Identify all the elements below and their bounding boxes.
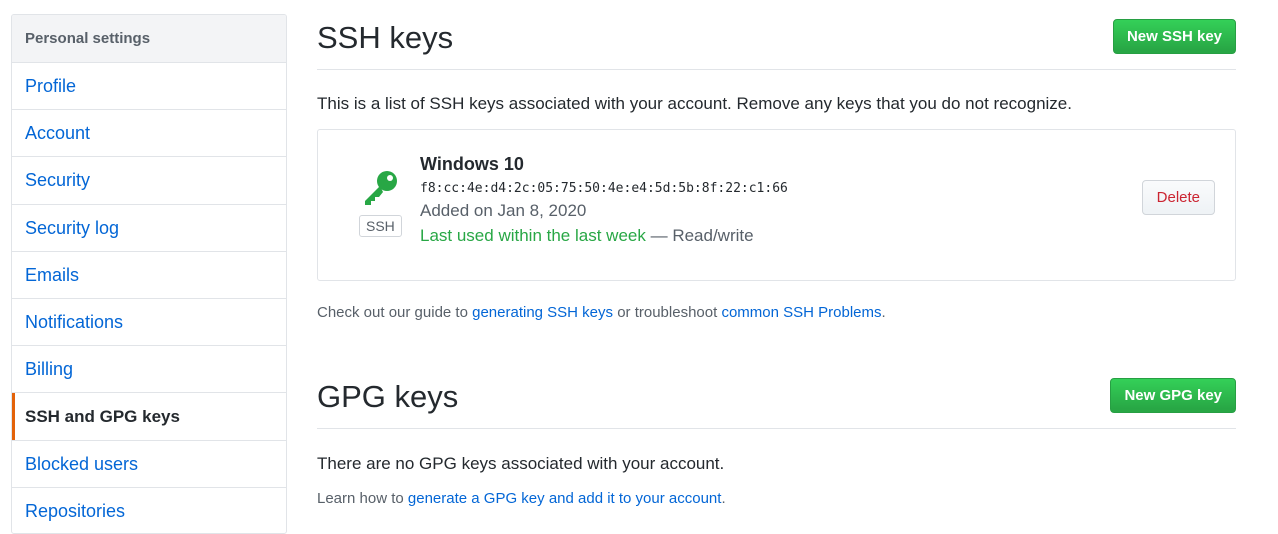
sidebar-item-profile[interactable]: Profile: [12, 63, 286, 111]
sidebar-item-notifications[interactable]: Notifications: [12, 299, 286, 347]
key-last-used: Last used within the last week — Read/wr…: [420, 226, 788, 246]
sidebar-item-billing[interactable]: Billing: [12, 346, 286, 394]
sidebar-item-ssh-gpg-keys[interactable]: SSH and GPG keys: [12, 393, 286, 441]
ssh-keys-title: SSH keys: [317, 20, 454, 55]
sidebar-item-security[interactable]: Security: [12, 157, 286, 205]
ssh-intro-text: This is a list of SSH keys associated wi…: [317, 94, 1072, 113]
gpg-keys-title: GPG keys: [317, 379, 459, 414]
learn-prefix: Learn how to: [317, 490, 408, 507]
key-icon: [365, 171, 397, 205]
main-content: SSH keys New SSH key This is a list of S…: [317, 0, 1236, 507]
new-ssh-key-button[interactable]: New SSH key: [1112, 19, 1236, 54]
ssh-key-item: SSH Windows 10 f8:cc:4e:d4:2c:05:75:50:4…: [317, 129, 1236, 281]
key-added-date: Added on Jan 8, 2020: [420, 201, 587, 220]
gpg-section-header: GPG keys New GPG key: [317, 359, 1236, 429]
no-gpg-keys-text: There are no GPG keys associated with yo…: [317, 454, 725, 473]
settings-sidebar: Personal settings Profile Account Securi…: [11, 14, 287, 534]
ssh-section-header: SSH keys New SSH key: [317, 0, 1236, 70]
generate-gpg-key-link[interactable]: generate a GPG key and add it to your ac…: [408, 490, 722, 507]
gpg-learn-text: Learn how to generate a GPG key and add …: [317, 490, 726, 507]
ssh-badge: SSH: [359, 215, 402, 237]
sidebar-item-security-log[interactable]: Security log: [12, 205, 286, 252]
sidebar-item-blocked-users[interactable]: Blocked users: [12, 441, 286, 488]
key-title: Windows 10: [420, 154, 524, 174]
new-gpg-key-button[interactable]: New GPG key: [1110, 378, 1236, 413]
generating-ssh-keys-link[interactable]: generating SSH keys: [472, 304, 613, 321]
key-fingerprint: f8:cc:4e:d4:2c:05:75:50:4e:e4:5d:5b:8f:2…: [420, 181, 788, 196]
ssh-guide-text: Check out our guide to generating SSH ke…: [317, 304, 886, 321]
learn-suffix: .: [721, 490, 726, 507]
guide-middle: or troubleshoot: [613, 304, 722, 321]
delete-key-button[interactable]: Delete: [1141, 180, 1215, 215]
key-info: Windows 10 f8:cc:4e:d4:2c:05:75:50:4e:e4…: [420, 154, 788, 246]
sidebar-header: Personal settings: [12, 15, 286, 63]
sidebar-item-account[interactable]: Account: [12, 110, 286, 158]
common-ssh-problems-link[interactable]: common SSH Problems: [721, 304, 881, 321]
key-icon-group: SSH: [359, 170, 402, 237]
access-level: — Read/write: [650, 226, 754, 245]
sidebar-item-emails[interactable]: Emails: [12, 252, 286, 299]
sidebar-item-repositories[interactable]: Repositories: [12, 488, 286, 533]
guide-prefix: Check out our guide to: [317, 304, 473, 321]
last-used-text: Last used within the last week: [420, 226, 646, 245]
guide-suffix: .: [881, 304, 886, 321]
